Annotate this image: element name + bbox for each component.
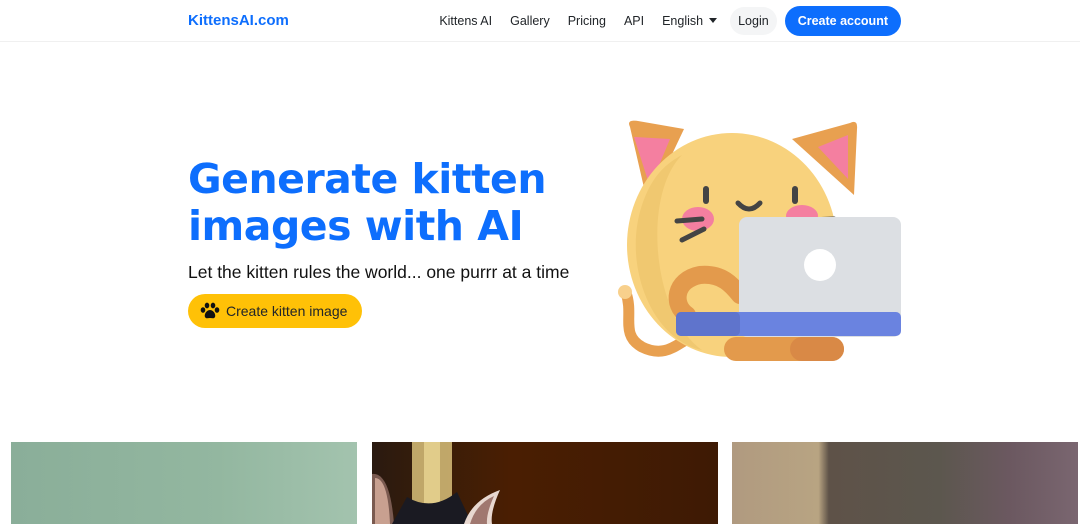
nav-link-pricing[interactable]: Pricing xyxy=(559,14,615,28)
nav-menu: Kittens AI Gallery Pricing API English L… xyxy=(430,6,901,36)
gallery-image-1[interactable] xyxy=(11,442,357,524)
language-dropdown[interactable]: English xyxy=(653,14,726,28)
login-button[interactable]: Login xyxy=(730,7,777,35)
nav-link-api[interactable]: API xyxy=(615,14,653,28)
caret-down-icon xyxy=(709,18,718,23)
top-navbar: KittensAI.com Kittens AI Gallery Pricing… xyxy=(0,0,1080,42)
hero-title: Generate kitten images with AI xyxy=(188,155,547,250)
nav-link-gallery[interactable]: Gallery xyxy=(501,14,559,28)
laptop-logo xyxy=(804,249,836,281)
laptop-base-shadow xyxy=(676,312,740,336)
hero-subtitle: Let the kitten rules the world... one pu… xyxy=(188,262,570,282)
create-kitten-image-button[interactable]: Create kitten image xyxy=(188,294,362,328)
cat-foot-right xyxy=(790,337,844,361)
gallery-image-2[interactable] xyxy=(372,442,718,524)
gallery-image-3[interactable] xyxy=(732,442,1078,524)
kitten-ears-photo xyxy=(372,442,500,524)
kitten-laptop-illustration xyxy=(618,120,901,361)
brand-logo-link[interactable]: KittensAI.com xyxy=(188,12,289,29)
nav-link-kittens-ai[interactable]: Kittens AI xyxy=(430,14,501,28)
create-account-button[interactable]: Create account xyxy=(784,6,901,36)
create-kitten-image-label: Create kitten image xyxy=(226,303,348,319)
paw-icon xyxy=(200,302,220,319)
language-label: English xyxy=(662,14,704,28)
